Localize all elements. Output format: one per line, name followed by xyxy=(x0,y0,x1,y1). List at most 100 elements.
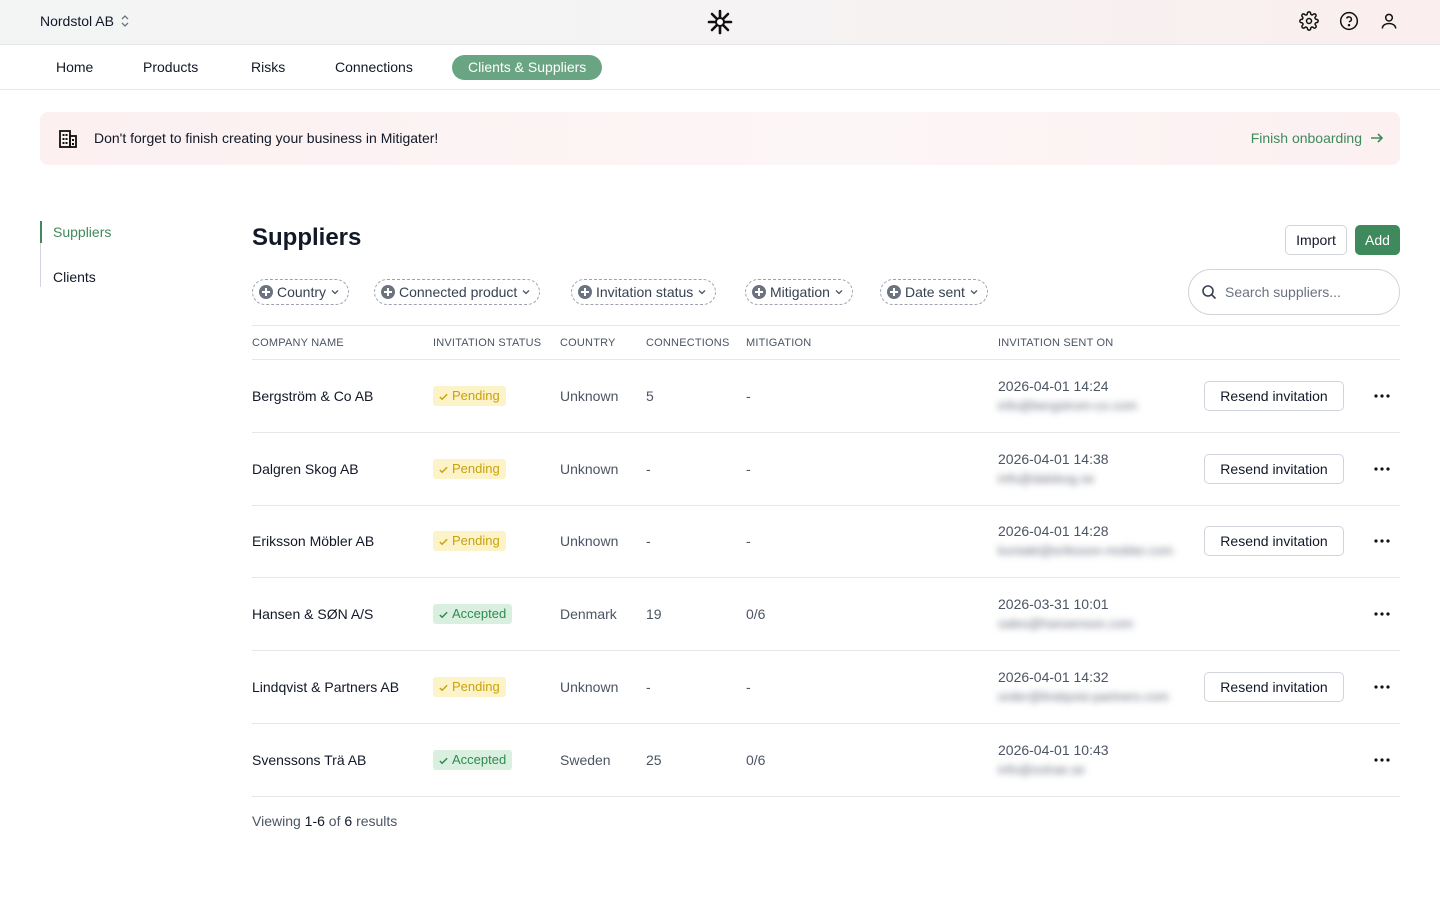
contact-email: info@bergstrom-co.com xyxy=(998,398,1137,413)
org-switcher[interactable]: Nordstol AB xyxy=(40,13,130,29)
plus-circle-icon xyxy=(578,285,592,299)
help-icon[interactable] xyxy=(1338,10,1360,32)
plus-circle-icon xyxy=(752,285,766,299)
status-badge: Pending xyxy=(433,677,506,697)
tab-connections[interactable]: Connections xyxy=(319,55,429,80)
results-prefix: Viewing xyxy=(252,813,301,829)
check-icon xyxy=(439,466,448,473)
status-label: Pending xyxy=(452,679,500,694)
status-badge: Accepted xyxy=(433,750,513,770)
contact-email: info@svtrae.se xyxy=(998,762,1085,777)
mitigation-value: 0/6 xyxy=(746,606,766,622)
table-row: Eriksson Möbler AB Pending Unknown - - 2026-0… xyxy=(252,505,1400,578)
results-of: of xyxy=(328,813,341,829)
company-name[interactable]: Bergström & Co AB xyxy=(252,388,373,404)
column-header-country[interactable]: COUNTRY xyxy=(560,337,616,349)
add-button[interactable]: Add xyxy=(1355,225,1400,255)
check-icon xyxy=(439,393,448,400)
filter-label: Invitation status xyxy=(596,284,694,300)
user-account-icon[interactable] xyxy=(1378,10,1400,32)
column-header-invitation-status[interactable]: INVITATION STATUS xyxy=(433,337,541,349)
more-options-icon[interactable] xyxy=(1372,677,1392,697)
column-header-mitigation[interactable]: MITIGATION xyxy=(746,337,811,349)
filter-label: Connected product xyxy=(399,284,518,300)
results-suffix: results xyxy=(356,813,398,829)
import-button[interactable]: Import xyxy=(1285,225,1347,255)
check-icon xyxy=(439,684,448,691)
chevron-up-down-icon xyxy=(120,13,130,29)
search-input[interactable] xyxy=(1225,284,1395,300)
chevron-down-icon xyxy=(522,290,530,295)
tab-clients-suppliers[interactable]: Clients & Suppliers xyxy=(452,55,603,80)
status-label: Pending xyxy=(452,461,500,476)
country: Sweden xyxy=(560,752,611,768)
more-options-icon[interactable] xyxy=(1372,750,1392,770)
country: Unknown xyxy=(560,679,619,695)
status-badge: Accepted xyxy=(433,604,513,624)
company-name[interactable]: Lindqvist & Partners AB xyxy=(252,679,399,695)
table-header: COMPANY NAME INVITATION STATUS COUNTRY C… xyxy=(252,325,1400,360)
table-row: Svenssons Trä AB Accepted Sweden 25 0/6 2026-… xyxy=(252,724,1400,797)
results-range: 1-6 xyxy=(304,813,325,829)
filter-label: Country xyxy=(277,284,327,300)
invitation-sent-on: 2026-04-01 14:32 xyxy=(998,669,1109,685)
tab-home[interactable]: Home xyxy=(40,55,109,80)
filter-mitigation[interactable]: Mitigation xyxy=(745,279,853,305)
finish-onboarding-link[interactable]: Finish onboarding xyxy=(1251,130,1384,146)
side-item-clients[interactable]: Clients xyxy=(41,266,111,288)
check-icon xyxy=(439,538,448,545)
side-menu: Suppliers Clients xyxy=(39,221,111,288)
tab-products[interactable]: Products xyxy=(127,55,214,80)
column-header-invitation-sent-on[interactable]: INVITATION SENT ON xyxy=(998,337,1113,349)
building-icon xyxy=(58,129,78,149)
company-name[interactable]: Eriksson Möbler AB xyxy=(252,533,374,549)
top-bar: Nordstol AB xyxy=(0,0,1440,45)
more-options-icon[interactable] xyxy=(1372,459,1392,479)
company-name[interactable]: Hansen & SØN A/S xyxy=(252,606,373,622)
onboarding-banner: Don't forget to finish creating your bus… xyxy=(40,112,1400,165)
chevron-down-icon xyxy=(970,290,978,295)
resend-invitation-button[interactable]: Resend invitation xyxy=(1204,454,1344,484)
mitigation-value: - xyxy=(746,461,751,477)
results-total: 6 xyxy=(344,813,353,829)
connections-count: 19 xyxy=(646,606,662,622)
contact-email: kontakt@eriksson-mobler.com xyxy=(998,543,1174,558)
chevron-down-icon xyxy=(331,290,339,295)
status-label: Pending xyxy=(452,533,500,548)
status-label: Accepted xyxy=(452,606,507,621)
mitigation-value: - xyxy=(746,533,751,549)
mitigation-value: - xyxy=(746,679,751,695)
filter-date-sent[interactable]: Date sent xyxy=(880,279,988,305)
more-options-icon[interactable] xyxy=(1372,604,1392,624)
connections-count: 5 xyxy=(646,388,654,404)
resend-invitation-button[interactable]: Resend invitation xyxy=(1204,381,1344,411)
column-header-connections[interactable]: CONNECTIONS xyxy=(646,337,729,349)
settings-gear-icon[interactable] xyxy=(1298,10,1320,32)
connections-count: - xyxy=(646,461,651,477)
filter-connected-product[interactable]: Connected product xyxy=(374,279,541,305)
chevron-down-icon xyxy=(835,290,843,295)
filter-invitation-status[interactable]: Invitation status xyxy=(571,279,717,305)
more-options-icon[interactable] xyxy=(1372,386,1392,406)
company-name[interactable]: Dalgren Skog AB xyxy=(252,461,359,477)
more-options-icon[interactable] xyxy=(1372,531,1392,551)
status-badge: Pending xyxy=(433,386,506,406)
invitation-sent-on: 2026-04-01 14:38 xyxy=(998,451,1109,467)
invitation-sent-on: 2026-04-01 14:28 xyxy=(998,523,1109,539)
app-logo-icon[interactable] xyxy=(707,9,733,35)
arrow-right-icon xyxy=(1371,133,1384,143)
side-item-suppliers[interactable]: Suppliers xyxy=(39,221,111,243)
plus-circle-icon xyxy=(887,285,901,299)
contact-email: info@dalskog.se xyxy=(998,471,1095,486)
filter-country[interactable]: Country xyxy=(252,279,350,305)
tab-risks[interactable]: Risks xyxy=(235,55,301,80)
country: Unknown xyxy=(560,388,619,404)
invitation-sent-on: 2026-03-31 10:01 xyxy=(998,596,1109,612)
company-name[interactable]: Svenssons Trä AB xyxy=(252,752,366,768)
table-row: Dalgren Skog AB Pending Unknown - - 2026-04-0… xyxy=(252,433,1400,506)
resend-invitation-button[interactable]: Resend invitation xyxy=(1204,526,1344,556)
country: Unknown xyxy=(560,461,619,477)
column-header-company-name[interactable]: COMPANY NAME xyxy=(252,337,344,349)
resend-invitation-button[interactable]: Resend invitation xyxy=(1204,672,1344,702)
mitigation-value: - xyxy=(746,388,751,404)
